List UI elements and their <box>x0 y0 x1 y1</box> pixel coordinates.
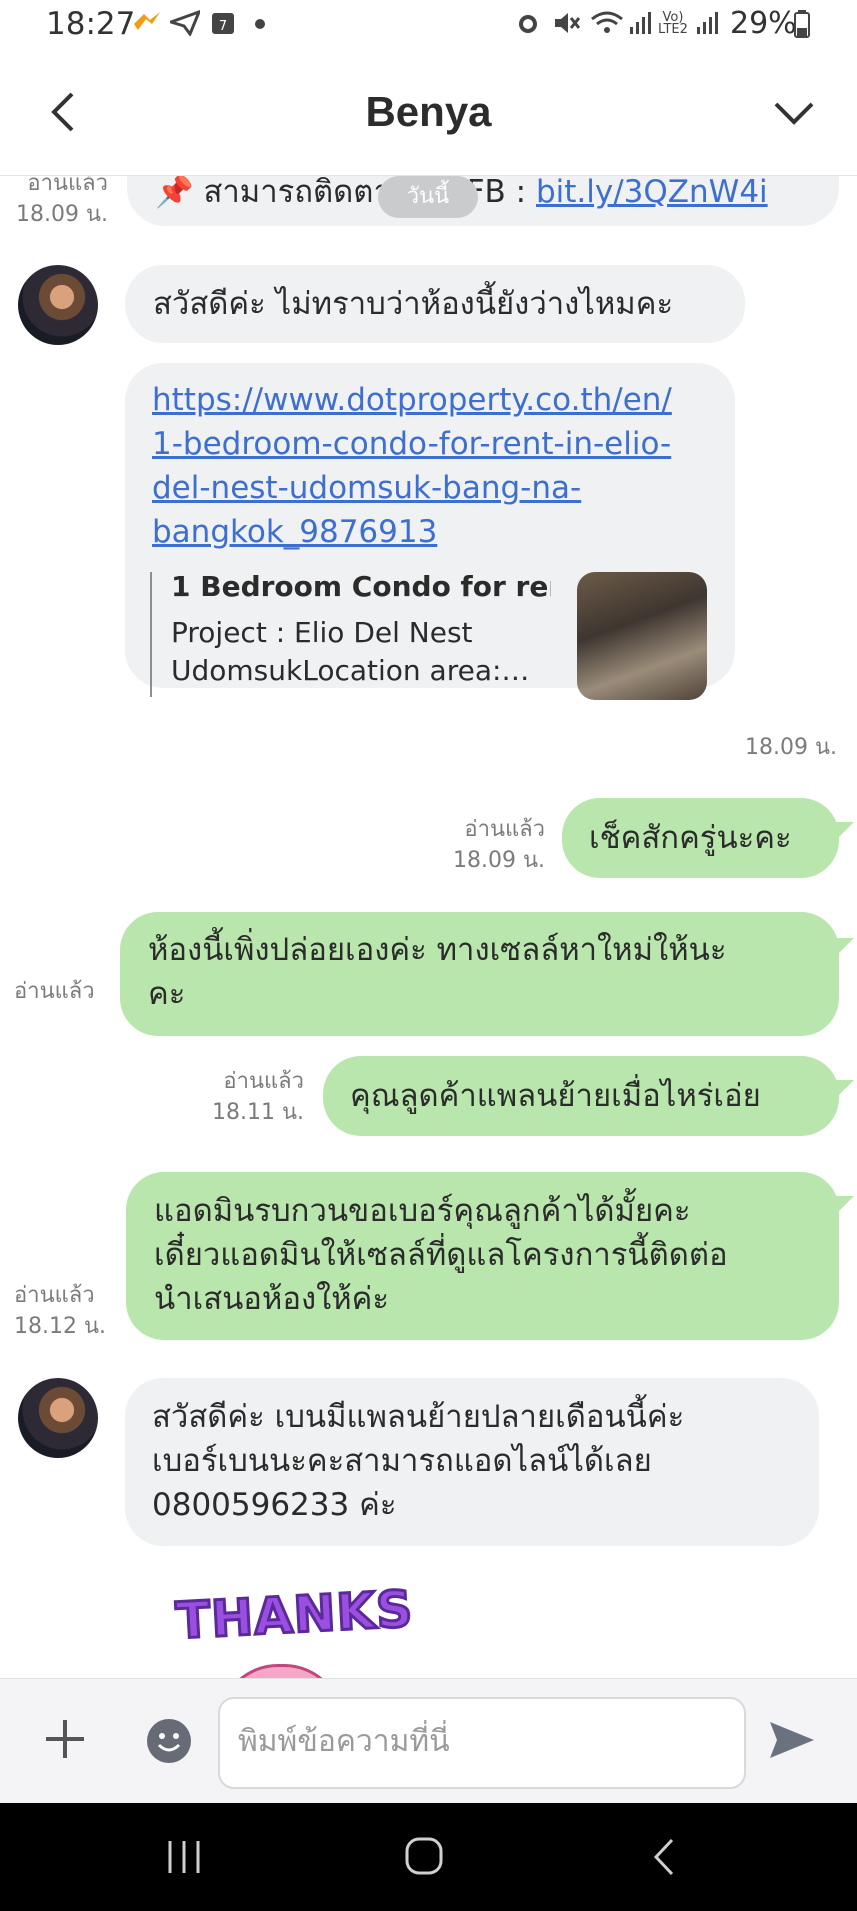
calendar-icon: 7 <box>210 10 236 43</box>
wifi-icon <box>590 10 624 43</box>
preview-thumbnail[interactable] <box>577 572 707 700</box>
bubble-tail <box>836 1080 854 1098</box>
message-time: 18.09 น. <box>745 735 838 760</box>
bubble-tail <box>836 938 854 956</box>
message-bubble[interactable]: แอดมินรบกวนขอเบอร์คุณลูกค้าได้มั้ยคะ เดี… <box>126 1172 839 1340</box>
sticker-text: THANKS <box>173 1578 416 1651</box>
dot-icon <box>254 10 266 43</box>
avatar[interactable] <box>18 265 98 345</box>
signal-icon <box>628 10 654 43</box>
thanks-sticker[interactable]: THANKS ♥ <box>164 1578 424 1678</box>
emoji-button[interactable] <box>146 1718 192 1764</box>
message-time: 18.11 น. <box>211 1100 304 1125</box>
add-attachment-button[interactable] <box>42 1716 88 1762</box>
url-line: del-nest-udomsuk-bang-na- <box>152 470 582 506</box>
preview-title: 1 Bedroom Condo for ren… <box>171 570 551 603</box>
message-time: 18.09 น. <box>15 202 108 227</box>
message-meta: อ่านแล้ว 18.11 น. <box>176 1066 304 1128</box>
fb-link[interactable]: bit.ly/3QZnW4i <box>536 176 768 210</box>
message-text: แอดมินรบกวนขอเบอร์คุณลูกค้าได้มั้ยคะ <box>154 1193 691 1229</box>
sticker-character <box>218 1664 344 1678</box>
message-time: 18.09 น. <box>452 848 545 873</box>
chevron-down-icon <box>774 102 814 125</box>
message-text: สวัสดีค่ะ ไม่ทราบว่าห้องนี้ยังว่างไหมคะ <box>153 286 674 322</box>
smiley-icon <box>147 1719 191 1763</box>
message-text: คะ <box>148 976 186 1012</box>
url-line: https://www.dotproperty.co.th/en/ <box>152 382 672 418</box>
message-text: 0800596233 ค่ะ <box>152 1487 397 1523</box>
url-link[interactable]: https://www.dotproperty.co.th/en/ 1-bedr… <box>152 378 672 554</box>
svg-text:7: 7 <box>219 19 227 34</box>
recents-icon <box>168 1841 200 1873</box>
url-line: bangkok_9876913 <box>152 514 438 550</box>
preview-description: Project : Elio Del Nest <box>171 616 473 649</box>
battery-percent: 29% <box>730 6 797 41</box>
recents-button[interactable] <box>164 1839 204 1875</box>
back-icon <box>653 1838 674 1876</box>
date-separator: วันนี้ <box>378 176 478 218</box>
read-receipt: อ่านแล้ว <box>27 176 108 196</box>
send-icon <box>770 1722 814 1758</box>
send-button[interactable] <box>768 1716 816 1764</box>
plus-icon <box>46 1720 84 1758</box>
message-text: สวัสดีค่ะ เบนมีแพลนย้ายปลายเดือนนี้ค่ะ <box>152 1399 685 1435</box>
read-receipt: อ่านแล้ว <box>14 979 95 1004</box>
read-receipt: อ่านแล้ว <box>14 1283 95 1308</box>
message-bubble[interactable]: ห้องนี้เพิ่งปล่อยเองค่ะ ทางเซลล์หาใหม่ให… <box>120 912 839 1036</box>
chat-title: Benya <box>365 88 492 135</box>
message-meta: อ่านแล้ว 18.09 น. <box>420 814 545 876</box>
flash-icon <box>132 10 162 43</box>
message-text: 📌 สามารถติดตาม ได้ FB : <box>155 176 536 210</box>
message-text: นำเสนอห้องให้ค่ะ <box>154 1281 390 1317</box>
chat-menu-button[interactable] <box>772 96 816 130</box>
message-list[interactable]: อ่านแล้ว 18.09 น. 📌 สามารถติดตาม ได้ FB … <box>0 176 857 1678</box>
message-text: เบอร์เบนนะคะสามารถแอดไลน์ได้เลย <box>152 1443 652 1479</box>
status-bar: 18:27 7 Vo) LTE2 29% <box>0 0 857 50</box>
message-bubble[interactable]: สวัสดีค่ะ เบนมีแพลนย้ายปลายเดือนนี้ค่ะ เ… <box>125 1378 819 1546</box>
volte-icon: Vo) LTE2 <box>658 10 688 37</box>
message-text: คุณลูดค้าแพลนย้ายเมื่อไหร่เอ่ย <box>350 1078 761 1114</box>
message-bubble[interactable]: เช็คสักครู่นะคะ <box>562 798 839 878</box>
url-line: 1-bedroom-condo-for-rent-in-elio- <box>152 426 672 462</box>
message-text: ห้องนี้เพิ่งปล่อยเองค่ะ ทางเซลล์หาใหม่ให… <box>148 932 727 968</box>
preview-description: UdomsukLocation area:… <box>171 654 530 687</box>
link-message-bubble[interactable]: https://www.dotproperty.co.th/en/ 1-bedr… <box>125 363 735 700</box>
telegram-icon <box>166 9 202 43</box>
message-time: 18.12 น. <box>14 1314 107 1339</box>
message-text: เช็คสักครู่นะคะ <box>589 820 792 856</box>
message-meta: อ่านแล้ว 18.09 น. <box>14 176 108 230</box>
mute-icon <box>552 10 581 43</box>
status-time: 18:27 <box>46 6 136 42</box>
nav-back-button[interactable] <box>650 1837 680 1877</box>
battery-icon <box>794 10 810 45</box>
read-receipt: อ่านแล้ว <box>464 817 545 842</box>
signal-icon <box>695 10 721 43</box>
alarm-icon <box>515 10 541 43</box>
message-bubble-prev[interactable]: 📌 สามารถติดตาม ได้ FB : bit.ly/3QZnW4i <box>127 176 839 226</box>
message-bubble[interactable]: คุณลูดค้าแพลนย้ายเมื่อไหร่เอ่ย <box>323 1056 839 1136</box>
link-preview[interactable]: 1 Bedroom Condo for ren… Project : Elio … <box>171 568 551 690</box>
avatar[interactable] <box>18 1378 98 1458</box>
bubble-tail <box>836 1196 854 1214</box>
system-nav-bar <box>0 1803 857 1911</box>
message-meta: อ่านแล้ว 18.12 น. <box>14 1280 108 1342</box>
home-button[interactable] <box>404 1836 444 1876</box>
message-input-box[interactable] <box>218 1697 746 1789</box>
message-bubble[interactable]: สวัสดีค่ะ ไม่ทราบว่าห้องนี้ยังว่างไหมคะ <box>125 265 745 343</box>
read-receipt: อ่านแล้ว <box>223 1069 304 1094</box>
preview-accent-bar <box>150 572 152 697</box>
bubble-tail <box>836 822 854 840</box>
message-text: เดี๋ยวแอดมินให้เซลล์ที่ดูแลโครงการนี้ติด… <box>154 1237 728 1273</box>
home-icon <box>405 1837 443 1875</box>
message-input[interactable] <box>220 1699 718 1783</box>
